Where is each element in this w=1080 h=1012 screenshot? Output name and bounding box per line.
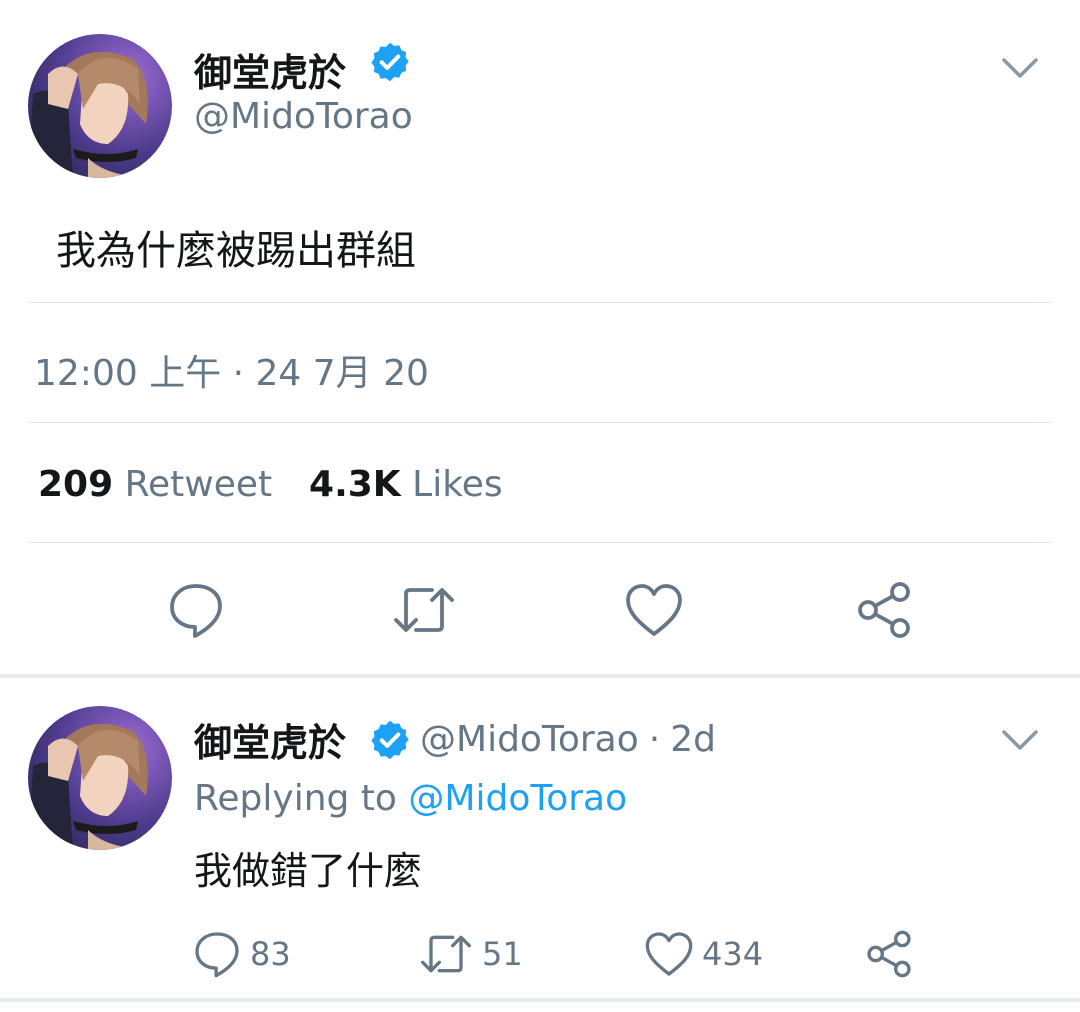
section-separator	[0, 674, 1080, 678]
tweet-timestamp[interactable]: 12:00 上午 · 24 7月 20	[34, 344, 429, 396]
main-handle[interactable]: @MidoTorao	[194, 96, 413, 137]
retweet-icon	[420, 935, 471, 973]
main-tweet-avatar[interactable]	[28, 34, 172, 178]
main-tweet-text: 我為什麼被踢出群組	[56, 228, 416, 274]
retweet-label[interactable]: Retweet	[125, 464, 273, 505]
like-icon[interactable]	[622, 578, 686, 642]
share-action[interactable]	[864, 926, 914, 982]
likes-label[interactable]: Likes	[412, 464, 503, 505]
reply-display-name[interactable]: 御堂虎於	[194, 712, 346, 767]
replying-to-label: Replying to	[194, 778, 397, 819]
like-action[interactable]: 434	[644, 926, 763, 982]
share-icon	[867, 930, 911, 978]
verified-badge-icon	[368, 40, 412, 84]
reply-age[interactable]: 2d	[670, 719, 716, 760]
retweet-count: 51	[482, 935, 523, 973]
reply-icon	[195, 932, 239, 978]
retweet-count[interactable]: 209	[38, 464, 113, 505]
reply-action[interactable]: 83	[192, 926, 291, 982]
divider	[28, 422, 1052, 423]
retweet-action[interactable]: 51	[418, 926, 523, 982]
replying-to-line: Replying to @MidoTorao	[194, 778, 627, 819]
retweet-icon[interactable]	[392, 578, 456, 642]
replying-to-handle-link[interactable]: @MidoTorao	[408, 778, 627, 819]
reply-tweet-text: 我做錯了什麼	[194, 849, 423, 893]
main-display-name[interactable]: 御堂虎於	[194, 42, 346, 97]
reply-count: 83	[250, 935, 291, 973]
reply-handle[interactable]: @MidoTorao	[420, 719, 639, 760]
like-icon	[645, 932, 693, 976]
likes-count[interactable]: 4.3K	[309, 464, 401, 505]
tweet-stats: 209 Retweet 4.3K Likes	[38, 464, 503, 505]
like-count: 434	[702, 935, 764, 973]
chevron-down-icon[interactable]	[1000, 726, 1040, 754]
divider	[28, 302, 1052, 303]
reply-tweet-avatar[interactable]	[28, 706, 172, 850]
divider	[28, 542, 1052, 543]
share-icon[interactable]	[852, 578, 916, 642]
reply-icon[interactable]	[164, 578, 228, 642]
verified-badge-icon	[368, 718, 412, 762]
chevron-down-icon[interactable]	[1000, 54, 1040, 82]
section-separator	[0, 998, 1080, 1002]
dot-separator: ·	[648, 719, 661, 760]
reply-header: 御堂虎於 @MidoTorao · 2d	[194, 712, 716, 767]
